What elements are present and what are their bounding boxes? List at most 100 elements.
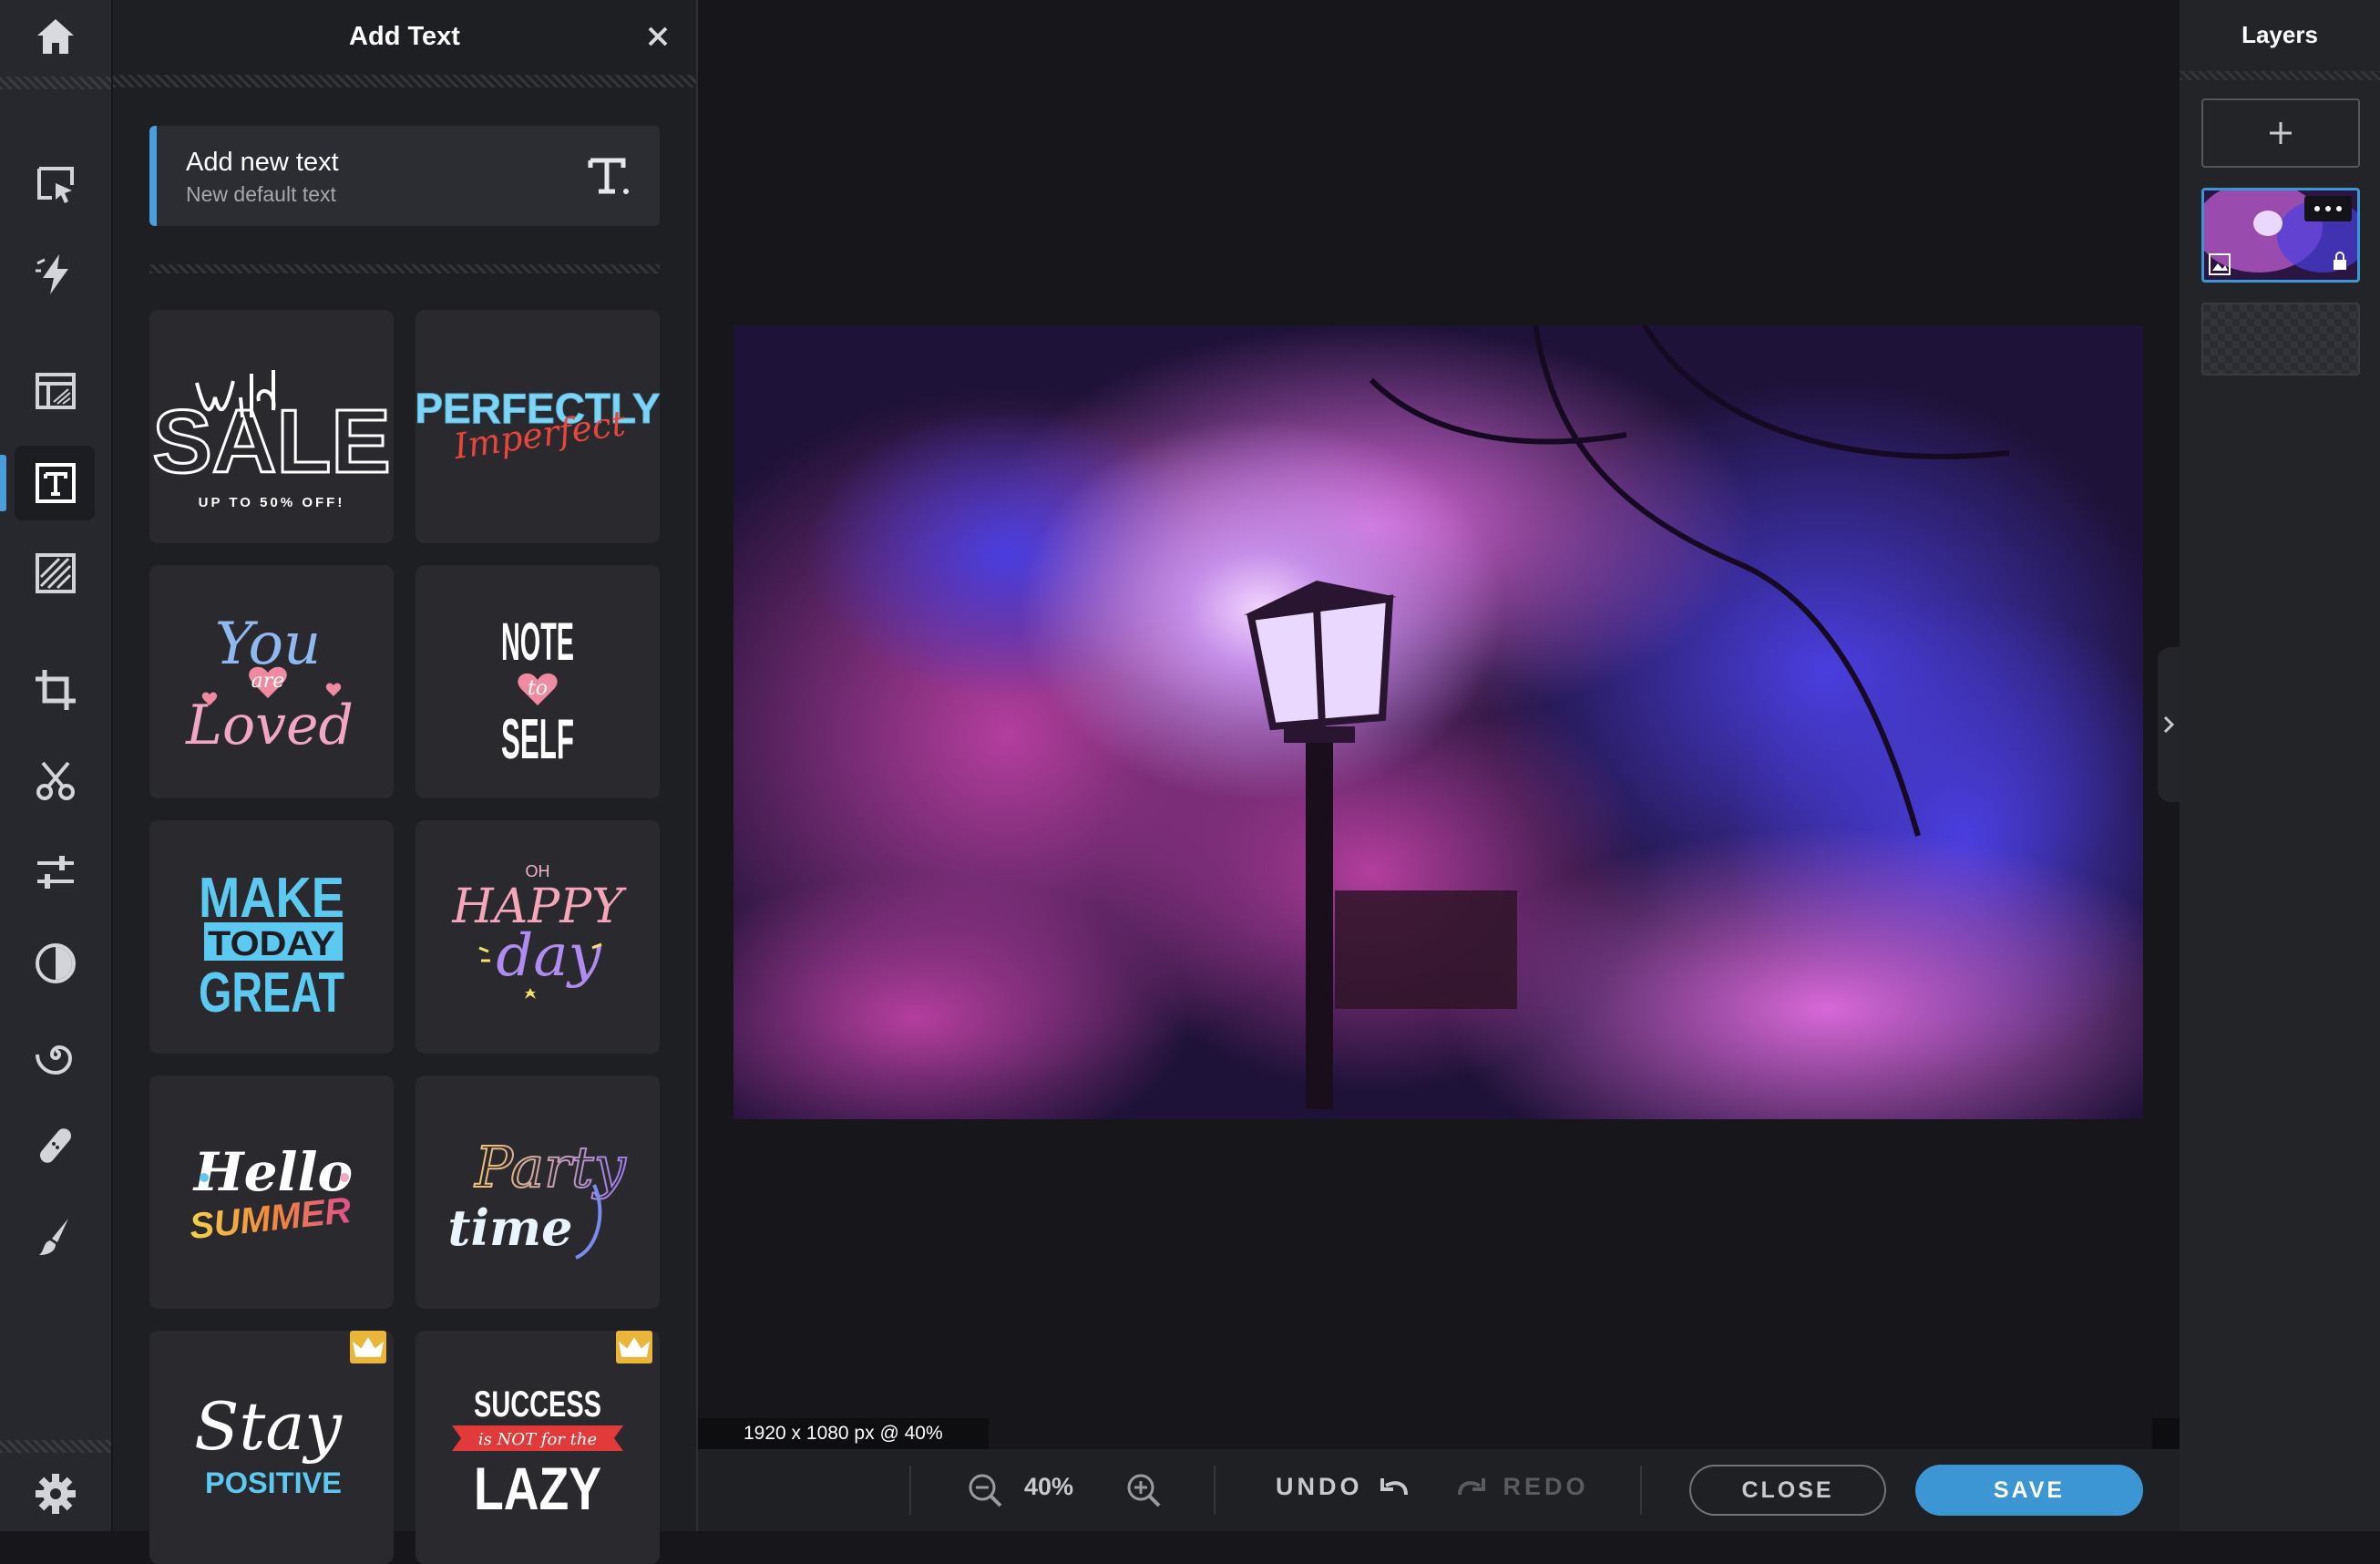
template-perfectly-imperfect-preview: PERFECTLY Imperfect: [415, 385, 660, 468]
crop-tool[interactable]: [0, 649, 111, 731]
template-note-to-self-preview: NOTE to SELF: [501, 612, 574, 771]
template-note-to-self[interactable]: NOTE to SELF: [415, 565, 660, 798]
svg-text:SUCCESS: SUCCESS: [474, 1384, 601, 1425]
redo-label: REDO: [1503, 1473, 1589, 1500]
svg-text:You: You: [215, 611, 321, 678]
toolbar-separator: [1640, 1466, 1642, 1515]
chevron-right-icon: [2163, 715, 2175, 734]
layer-item-transparent[interactable]: [2201, 303, 2360, 376]
canvas-photo[interactable]: [624, 324, 2210, 1191]
templates-icon: [36, 373, 76, 409]
add-new-text-button[interactable]: Add new text New default text: [149, 126, 660, 226]
effects-tool[interactable]: [0, 1014, 111, 1096]
zoom-in-button[interactable]: [1123, 1469, 1164, 1511]
draw-icon: [39, 1219, 68, 1255]
info-bar-end: [2152, 1418, 2180, 1449]
filter-tool[interactable]: [0, 922, 111, 1004]
crop-icon: [36, 670, 76, 710]
panel-close-button[interactable]: [638, 16, 678, 57]
svg-text:time: time: [448, 1199, 573, 1257]
template-make-today-great-preview: MAKE TODAY GREAT: [199, 867, 344, 1024]
template-oh-happy-day[interactable]: OH HAPPY day: [415, 820, 660, 1054]
template-hello-summer[interactable]: Hello SUMMER: [149, 1075, 394, 1309]
template-party-time[interactable]: Party time: [415, 1075, 660, 1309]
svg-text:SELF: SELF: [501, 708, 574, 771]
template-make-today-great[interactable]: MAKE TODAY GREAT: [149, 820, 394, 1054]
premium-badge: [616, 1331, 652, 1363]
retouch-tool[interactable]: [0, 1105, 111, 1187]
svg-text:Party: Party: [474, 1134, 626, 1200]
svg-text:GREAT: GREAT: [199, 962, 344, 1024]
templates-tool[interactable]: [0, 350, 111, 432]
canvas-size-info: 1920 x 1080 px @ 40%: [698, 1418, 989, 1449]
quick-edit-icon: [36, 254, 68, 294]
zoom-out-icon: [969, 1474, 1002, 1507]
layers-collapse-handle[interactable]: [2158, 647, 2180, 802]
home-button[interactable]: [0, 0, 111, 73]
text-tool[interactable]: [0, 442, 111, 524]
svg-text:NOTE: NOTE: [501, 612, 574, 672]
template-perfectly-imperfect[interactable]: PERFECTLY Imperfect: [415, 310, 660, 543]
select-icon: [37, 167, 74, 203]
panel-divider-2: [149, 264, 660, 273]
add-text-panel: Add Text Add new text New default text S…: [113, 0, 698, 1564]
svg-text:to: to: [528, 677, 548, 700]
toolbar-separator: [909, 1466, 911, 1515]
add-new-text-subtitle: New default text: [186, 182, 336, 206]
close-icon: [648, 26, 668, 46]
template-hello-summer-preview: Hello SUMMER: [188, 1141, 354, 1247]
undo-label: UNDO: [1276, 1473, 1363, 1500]
draw-tool[interactable]: [0, 1196, 111, 1278]
retouch-icon: [40, 1128, 71, 1163]
filter-icon: [36, 943, 76, 983]
template-wild-sale[interactable]: SALE UP TO 50% OFF!: [149, 310, 394, 543]
zoom-out-button[interactable]: [964, 1469, 1006, 1511]
settings-button[interactable]: [0, 1453, 111, 1535]
layer-item-image[interactable]: [2201, 188, 2360, 283]
template-wild-sale-preview: SALE UP TO 50% OFF!: [151, 370, 392, 510]
toolbar-separator: [1214, 1466, 1216, 1515]
template-party-time-preview: Party time: [448, 1133, 628, 1260]
panel-divider: [113, 75, 696, 87]
layers-divider: [2180, 71, 2380, 80]
texture-tool[interactable]: [0, 532, 111, 614]
zoom-level: 40%: [1024, 1473, 1074, 1500]
rail-divider-bottom: [0, 1440, 111, 1453]
text-insert-icon: [588, 158, 629, 194]
layer-thumbnail: [2204, 190, 2357, 280]
template-stay-positive[interactable]: Stay POSITIVE: [149, 1331, 394, 1564]
select-tool[interactable]: [0, 144, 111, 226]
add-new-text-title: Add new text: [186, 148, 339, 177]
redo-button[interactable]: REDO: [1456, 1473, 1589, 1501]
cutout-icon: [36, 761, 75, 800]
adjust-tool[interactable]: [0, 831, 111, 913]
svg-text:TODAY: TODAY: [208, 925, 335, 963]
crown-icon: [353, 1337, 384, 1357]
redo-icon: [1458, 1478, 1485, 1496]
cutout-tool[interactable]: [0, 740, 111, 822]
adjust-icon: [37, 856, 74, 889]
save-button[interactable]: SAVE: [1915, 1465, 2143, 1516]
home-icon: [37, 19, 74, 54]
bottom-toolbar: 40% UNDO REDO CLOSE SAVE: [698, 1449, 2180, 1531]
plus-icon: [2270, 122, 2292, 144]
zoom-in-icon: [1127, 1474, 1161, 1507]
template-success-not-lazy[interactable]: SUCCESS is NOT for the LAZY: [415, 1331, 660, 1564]
add-layer-button[interactable]: [2201, 98, 2360, 168]
svg-text:Stay: Stay: [194, 1388, 343, 1465]
undo-button[interactable]: UNDO: [1276, 1473, 1410, 1501]
template-you-are-loved[interactable]: You are Loved: [149, 565, 394, 798]
svg-text:UP TO 50% OFF!: UP TO 50% OFF!: [199, 495, 345, 510]
premium-badge: [350, 1331, 386, 1363]
close-button[interactable]: CLOSE: [1689, 1465, 1886, 1516]
svg-text:OH: OH: [526, 862, 550, 880]
canvas-info-bar: 1920 x 1080 px @ 40%: [698, 1418, 2180, 1449]
svg-text:are: are: [251, 670, 285, 693]
quick-edit-tool[interactable]: [0, 233, 111, 315]
layers-panel: Layers: [2180, 0, 2380, 1531]
texture-icon: [36, 553, 76, 593]
svg-text:day: day: [496, 922, 601, 990]
undo-icon: [1380, 1478, 1409, 1496]
text-icon: [36, 463, 76, 503]
template-you-are-loved-preview: You are Loved: [185, 611, 354, 757]
